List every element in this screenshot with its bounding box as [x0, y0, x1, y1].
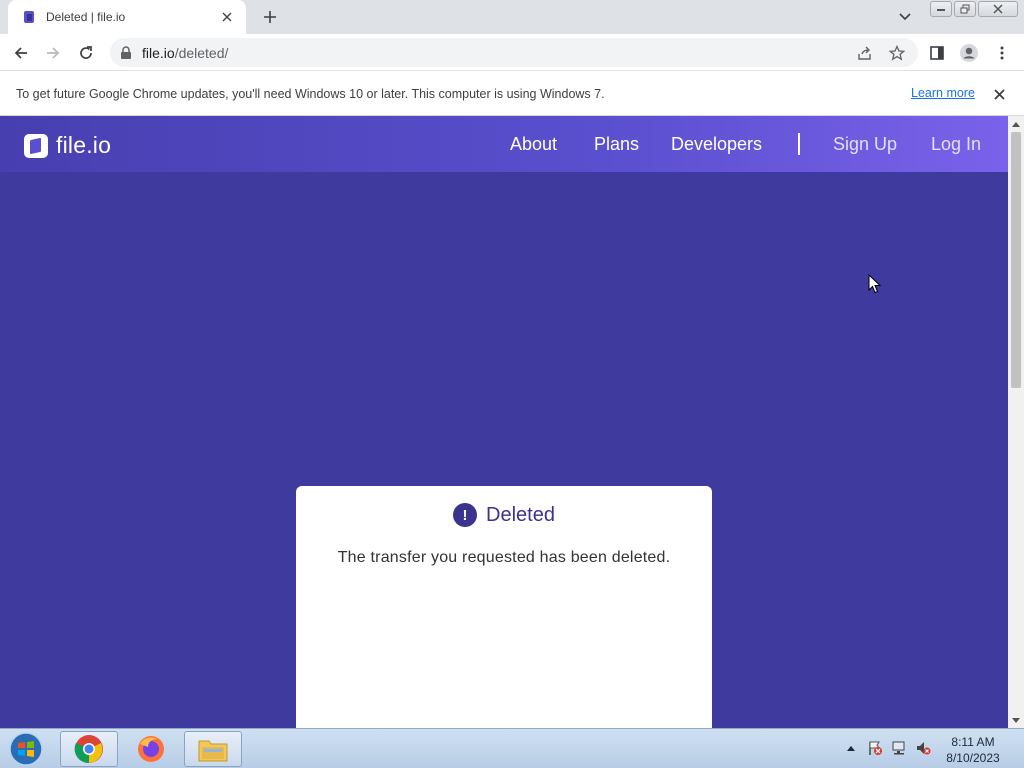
nav-divider	[798, 133, 800, 155]
system-tray	[842, 739, 932, 757]
infobar-message: To get future Google Chrome updates, you…	[16, 86, 605, 101]
card-header: ! Deleted	[296, 503, 712, 527]
tab-strip: Deleted | file.io	[0, 0, 1024, 34]
profile-avatar-icon[interactable]	[956, 40, 982, 66]
forward-button[interactable]	[40, 40, 66, 66]
start-button[interactable]	[6, 731, 46, 767]
show-hidden-icons-arrow-icon[interactable]	[842, 739, 860, 757]
card-message: The transfer you requested has been dele…	[337, 549, 671, 566]
card-title: Deleted	[486, 503, 555, 526]
side-panel-icon[interactable]	[924, 40, 950, 66]
close-window-button[interactable]	[978, 1, 1018, 17]
learn-more-link[interactable]: Learn more	[911, 86, 975, 100]
reload-button[interactable]	[73, 40, 99, 66]
nav-about[interactable]: About	[510, 134, 557, 155]
share-icon[interactable]	[856, 44, 874, 62]
tab-title: Deleted | file.io	[46, 10, 126, 24]
restore-button[interactable]	[954, 1, 976, 17]
browser-toolbar: file.io/deleted/	[0, 34, 1024, 71]
nav-developers[interactable]: Developers	[671, 134, 762, 155]
address-bar[interactable]: file.io/deleted/	[110, 38, 918, 67]
chrome-icon	[74, 735, 103, 764]
scroll-up-arrow-icon[interactable]	[1008, 116, 1024, 132]
windows-start-orb-icon	[9, 732, 43, 766]
exclamation-alert-icon: !	[453, 503, 478, 527]
page-viewport: file.io About Plans Developers Sign Up L…	[0, 116, 1008, 728]
file-io-logo-icon	[24, 133, 48, 158]
back-button[interactable]	[8, 40, 34, 66]
windows-taskbar: 8:11 AM 8/10/2023	[0, 728, 1024, 768]
update-infobar: To get future Google Chrome updates, you…	[0, 72, 1024, 116]
volume-muted-icon[interactable]	[914, 739, 932, 757]
tab-search-chevron-icon[interactable]	[895, 8, 915, 26]
action-center-flag-icon[interactable]	[866, 739, 884, 757]
firefox-icon	[138, 736, 164, 762]
nav-log-in[interactable]: Log In	[931, 134, 981, 155]
infobar-close-icon[interactable]	[990, 85, 1008, 103]
scroll-down-arrow-icon[interactable]	[1008, 712, 1024, 728]
url-text: file.io/deleted/	[142, 44, 229, 61]
file-explorer-icon	[198, 740, 228, 762]
clock-time: 8:11 AM	[951, 735, 995, 749]
scrollbar-thumb[interactable]	[1011, 132, 1021, 388]
tab-close-icon[interactable]	[218, 8, 236, 26]
taskbar-clock[interactable]: 8:11 AM 8/10/2023	[940, 734, 1006, 766]
deleted-card: ! Deleted The transfer you requested has…	[296, 486, 712, 728]
taskbar-chrome[interactable]	[60, 731, 118, 767]
nav-sign-up[interactable]: Sign Up	[833, 134, 897, 155]
menu-kebab-icon[interactable]	[989, 40, 1015, 66]
bookmark-star-icon[interactable]	[888, 44, 906, 62]
network-icon[interactable]	[890, 739, 908, 757]
new-tab-button[interactable]	[258, 6, 282, 28]
nav-plans[interactable]: Plans	[594, 134, 639, 155]
logo-text: file.io	[56, 132, 112, 158]
mouse-cursor-icon	[868, 274, 882, 294]
clock-date: 8/10/2023	[946, 751, 1000, 765]
file-io-favicon-icon	[22, 10, 36, 24]
taskbar-file-explorer[interactable]	[184, 731, 242, 767]
page-scrollbar[interactable]	[1008, 116, 1024, 728]
browser-tab[interactable]: Deleted | file.io	[8, 0, 246, 34]
site-header: file.io About Plans Developers Sign Up L…	[0, 116, 1008, 172]
lock-icon[interactable]	[120, 45, 132, 60]
minimize-button[interactable]	[930, 1, 952, 17]
taskbar-firefox[interactable]	[122, 731, 180, 767]
file-io-logo[interactable]: file.io	[24, 132, 111, 159]
window-controls	[930, 1, 1018, 17]
